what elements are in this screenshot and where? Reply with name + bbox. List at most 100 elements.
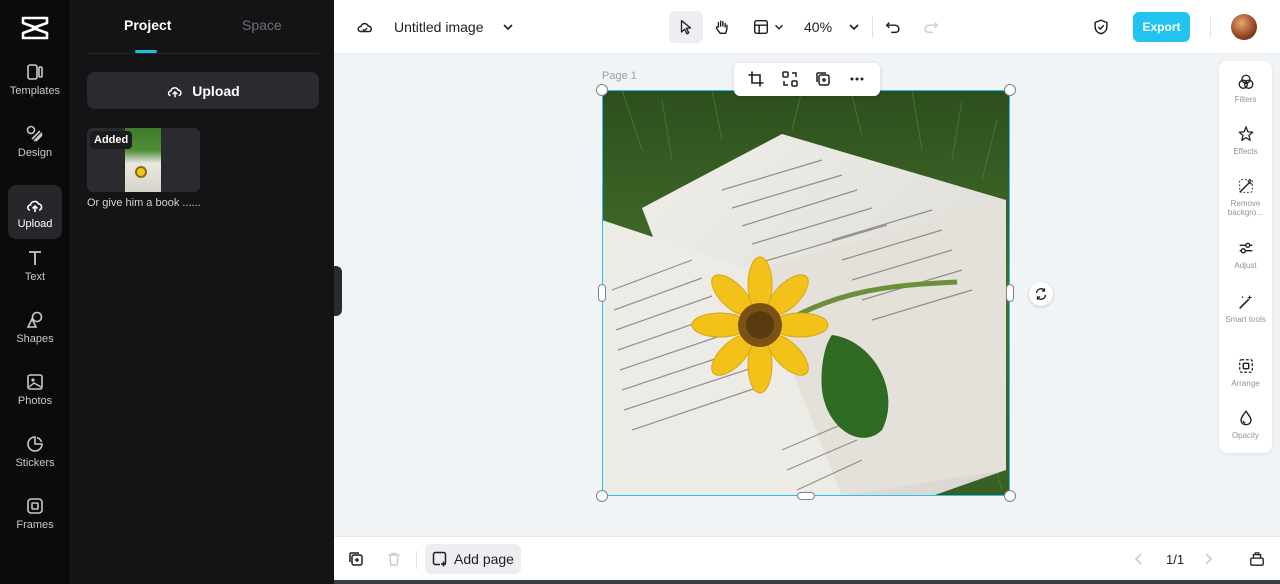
redo-icon[interactable] — [922, 18, 940, 36]
add-page-button[interactable]: Add page — [425, 544, 521, 574]
photos-icon — [27, 373, 43, 390]
design-icon — [26, 125, 43, 142]
hand-icon — [715, 20, 728, 34]
effects-icon — [1238, 126, 1253, 141]
panel-tabs: Project Space — [87, 0, 319, 54]
asset-caption: Or give him a book ...... — [87, 197, 201, 209]
replace-icon[interactable] — [781, 70, 799, 88]
tab-space[interactable]: Space — [242, 17, 282, 33]
rail-item-text[interactable]: Text — [8, 238, 62, 292]
tool-label: Opacity — [1231, 431, 1260, 440]
rail-item-label: Upload — [17, 217, 53, 230]
undo-icon[interactable] — [884, 18, 902, 36]
rail-item-templates[interactable]: Templates — [8, 52, 62, 106]
active-tab-indicator — [135, 50, 157, 53]
text-icon — [29, 250, 41, 265]
rail-item-design[interactable]: Design — [8, 114, 62, 168]
tool-label: Adjust — [1234, 261, 1257, 270]
toolbar-divider — [1210, 16, 1211, 38]
frames-icon — [27, 497, 43, 514]
top-toolbar: Untitled image 40% Export — [334, 0, 1280, 54]
tool-label: Remove backgro... — [1227, 199, 1264, 217]
pages-panel-icon[interactable] — [1248, 550, 1266, 568]
uploaded-asset-thumbnail[interactable]: Added — [87, 128, 200, 192]
resize-handle-bottom-right[interactable] — [1004, 490, 1016, 502]
add-page-icon — [432, 551, 447, 567]
image-context-toolbar — [734, 63, 880, 96]
rotate-icon — [1035, 288, 1047, 300]
remove-background-icon — [1238, 178, 1253, 193]
stickers-icon — [27, 435, 43, 452]
resize-handle-top-left[interactable] — [596, 84, 608, 96]
rail-item-shapes[interactable]: Shapes — [8, 300, 62, 354]
tool-effects[interactable]: Effects — [1219, 125, 1272, 156]
shield-check-icon[interactable] — [1092, 18, 1110, 36]
more-options-icon[interactable] — [848, 70, 866, 88]
capcut-logo-icon[interactable] — [20, 14, 50, 42]
upload-cloud-icon — [27, 200, 43, 212]
page-label: Page 1 — [602, 70, 637, 82]
tool-label: Arrange — [1231, 379, 1260, 388]
upload-button-label: Upload — [192, 82, 240, 99]
tab-project[interactable]: Project — [124, 17, 171, 33]
cloud-sync-icon[interactable] — [356, 18, 374, 36]
crop-icon[interactable] — [747, 70, 765, 88]
panel-collapse-handle[interactable] — [334, 266, 342, 316]
avatar[interactable] — [1231, 14, 1257, 40]
right-tool-panel: Filters Effects Remove backgro... Adjust… — [1219, 61, 1272, 453]
selection-frame — [602, 90, 1010, 496]
tool-adjust[interactable]: Adjust — [1219, 239, 1272, 270]
resize-handle-top-right[interactable] — [1004, 84, 1016, 96]
tool-label: Smart tools — [1225, 315, 1266, 324]
opacity-icon — [1239, 410, 1252, 426]
bottom-toolbar: Add page 1/1 — [334, 536, 1280, 584]
toolbar-divider — [416, 551, 417, 569]
tool-arrange[interactable]: Arrange — [1219, 357, 1272, 388]
toolbar-divider — [872, 16, 873, 38]
page-indicator: 1/1 — [1166, 552, 1185, 567]
trash-icon[interactable] — [386, 551, 402, 567]
tool-label: Effects — [1233, 147, 1258, 156]
layout-icon[interactable] — [752, 18, 770, 36]
shapes-icon — [26, 311, 43, 328]
select-tool-button[interactable] — [669, 11, 703, 43]
adjust-icon — [1239, 242, 1252, 254]
resize-handle-bottom[interactable] — [797, 492, 815, 500]
rail-item-label: Photos — [17, 394, 53, 407]
resize-handle-left[interactable] — [598, 284, 606, 302]
hand-tool-button[interactable] — [712, 18, 732, 36]
duplicate-icon[interactable] — [814, 70, 832, 88]
chevron-down-icon[interactable] — [500, 18, 516, 36]
smart-tools-icon — [1238, 294, 1252, 309]
templates-icon — [27, 63, 43, 80]
export-button[interactable]: Export — [1133, 12, 1190, 42]
rotate-button[interactable] — [1029, 282, 1053, 306]
duplicate-page-icon[interactable] — [348, 551, 364, 567]
document-title[interactable]: Untitled image — [394, 19, 484, 35]
rail-item-stickers[interactable]: Stickers — [8, 424, 62, 478]
chevron-down-icon[interactable] — [846, 18, 862, 36]
upload-button[interactable]: Upload — [87, 72, 319, 109]
zoom-level[interactable]: 40% — [804, 19, 832, 35]
chevron-right-icon[interactable] — [1200, 551, 1216, 567]
rail-item-photos[interactable]: Photos — [8, 362, 62, 416]
horizontal-scrollbar[interactable] — [334, 580, 1280, 584]
tool-label: Filters — [1234, 95, 1257, 104]
upload-panel: Project Space Upload Added Or give him a… — [70, 0, 334, 584]
rail-item-label: Design — [17, 146, 53, 159]
tool-opacity[interactable]: Opacity — [1219, 409, 1272, 440]
added-badge: Added — [90, 131, 133, 149]
tool-smart-tools[interactable]: Smart tools — [1219, 293, 1272, 324]
rail-item-upload[interactable]: Upload — [8, 185, 62, 239]
rail-item-label: Frames — [16, 518, 54, 531]
tool-remove-background[interactable]: Remove backgro... — [1219, 177, 1272, 217]
rail-item-frames[interactable]: Frames — [8, 486, 62, 540]
rail-item-label: Templates — [9, 84, 61, 97]
resize-handle-bottom-left[interactable] — [596, 490, 608, 502]
left-rail: Templates Design Upload Text Shapes Phot… — [0, 0, 70, 584]
resize-handle-right[interactable] — [1006, 284, 1014, 302]
tool-filters[interactable]: Filters — [1219, 73, 1272, 104]
chevron-left-icon[interactable] — [1131, 551, 1147, 567]
rail-item-label: Stickers — [15, 456, 55, 469]
chevron-down-icon[interactable] — [772, 18, 786, 36]
